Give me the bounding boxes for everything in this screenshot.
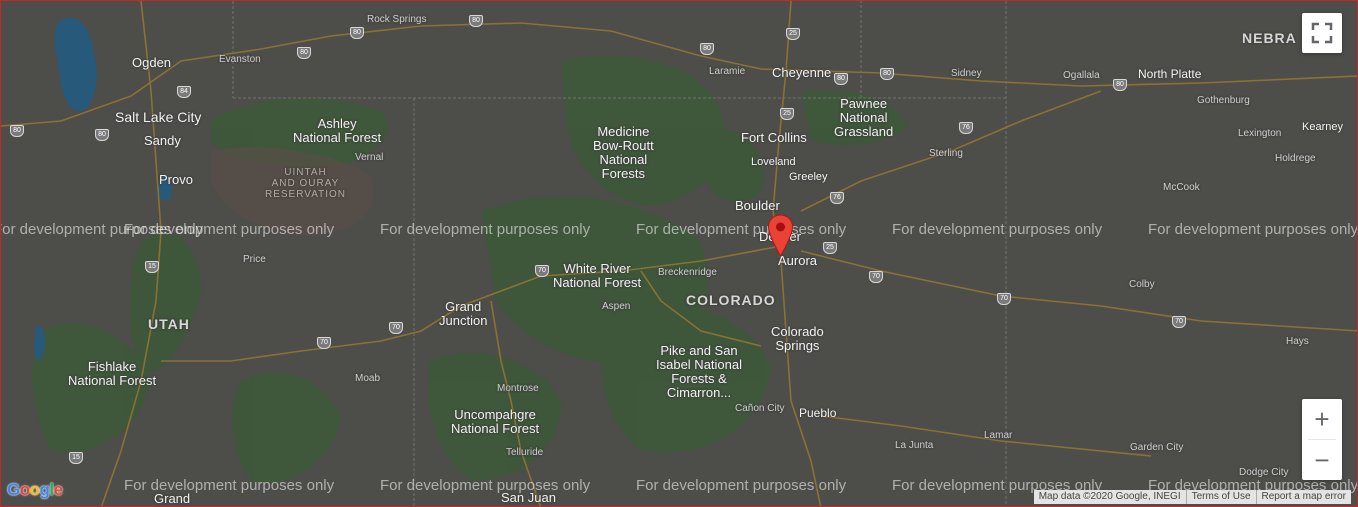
marker-dot (776, 222, 785, 232)
label-telluride: Telluride (506, 447, 544, 458)
highway-shield-i80: 80 (469, 15, 483, 27)
terms-of-use-link[interactable]: Terms of Use (1185, 490, 1256, 504)
watermark: For development purposes only (124, 477, 335, 494)
label-ashley-nf: Ashley National Forest (293, 116, 382, 145)
highway-shield-i84: 84 (177, 86, 191, 98)
logo-letter: G (7, 480, 20, 499)
report-map-error-link[interactable]: Report a map error (1255, 490, 1351, 504)
watermark: For development purposes only (124, 221, 335, 238)
label-provo: Provo (159, 172, 193, 187)
highway-shield-i76: 76 (830, 192, 844, 204)
watermark: For development purposes only (380, 477, 591, 494)
logo-letter: o (29, 480, 40, 499)
label-garden-city: Garden City (1130, 442, 1184, 453)
label-uintah-reservation: UINTAH AND OURAY RESERVATION (265, 167, 347, 200)
logo-letter: e (53, 480, 63, 499)
highway-shield-i25: 25 (780, 108, 794, 120)
highway-shield-i80: 80 (1113, 79, 1127, 91)
watermark: For development purposes only (380, 221, 591, 238)
highway-shield-i80: 80 (834, 73, 848, 85)
label-grand-junction: Grand Junction (439, 299, 488, 328)
label-ogallala: Ogallala (1063, 70, 1100, 81)
label-utah-state: UTAH (148, 316, 190, 332)
label-colorado-springs: Colorado Springs (771, 324, 824, 353)
highway-shield-i70: 70 (869, 271, 883, 283)
label-cheyenne: Cheyenne (772, 65, 832, 80)
highway-shield-i25: 25 (823, 242, 837, 254)
label-laramie: Laramie (709, 66, 746, 77)
highway-shield-i15: 15 (145, 261, 159, 273)
highway-shield-i80: 80 (95, 129, 109, 141)
label-nebraska: NEBRA (1242, 30, 1297, 46)
label-north-platte: North Platte (1138, 67, 1202, 81)
label-vernal: Vernal (355, 152, 384, 163)
map-container[interactable]: Rock Springs NEBRA Ogden Evanston Larami… (0, 0, 1358, 507)
highway-shield-i70: 70 (535, 265, 549, 277)
map-attribution: Map data ©2020 Google, INEGI Terms of Us… (1033, 490, 1351, 504)
highway-shield-i80: 80 (700, 43, 714, 55)
label-lamar: Lamar (984, 430, 1013, 441)
watermark: For development purposes only (892, 221, 1103, 238)
marker-pin (767, 214, 794, 257)
label-grand: Grand (154, 491, 191, 506)
highway-shield-i70: 70 (1172, 316, 1186, 328)
google-logo[interactable]: Google (7, 480, 63, 500)
label-kearney: Kearney (1302, 121, 1343, 133)
location-marker-icon[interactable] (767, 214, 794, 257)
label-price: Price (243, 254, 266, 265)
logo-letter: o (19, 480, 30, 499)
zoom-in-button[interactable]: + (1302, 399, 1342, 439)
label-colby: Colby (1129, 279, 1155, 290)
label-montrose: Montrose (497, 383, 539, 394)
label-gothenburg: Gothenburg (1197, 95, 1250, 106)
logo-letter: g (39, 480, 50, 499)
highway-shield-i80: 80 (880, 68, 894, 80)
label-mccook: McCook (1163, 182, 1200, 193)
label-fishlake-nf: Fishlake National Forest (68, 359, 157, 388)
fullscreen-icon (1311, 22, 1333, 44)
highway-shield-i25: 25 (786, 28, 800, 40)
label-lexington: Lexington (1238, 128, 1282, 139)
label-aspen: Aspen (602, 301, 631, 312)
label-pawnee: Pawnee National Grassland (834, 96, 894, 139)
highway-shield-i80: 80 (297, 47, 311, 59)
zoom-out-button[interactable]: − (1302, 440, 1342, 480)
label-canon-city: Cañon City (735, 403, 785, 414)
label-medicine-bow: Medicine Bow-Routt National Forests (593, 124, 654, 181)
label-ogden: Ogden (132, 55, 172, 70)
label-uncompahgre-nf: Uncompahgre National Forest (451, 407, 540, 436)
highway-shield-i80: 80 (350, 27, 364, 39)
highway-shield-i15: 15 (69, 452, 83, 464)
label-sidney: Sidney (951, 68, 982, 79)
highway-shield-i80: 80 (10, 125, 24, 137)
label-breckenridge: Breckenridge (658, 267, 717, 278)
label-sterling: Sterling (929, 148, 963, 159)
label-hays: Hays (1286, 336, 1309, 347)
highway-shield-i76: 76 (959, 122, 973, 134)
watermark: For development purposes only (1148, 221, 1358, 238)
highway-shield-i70: 70 (997, 293, 1011, 305)
highway-shield-i70: 70 (389, 322, 403, 334)
label-pueblo: Pueblo (799, 406, 837, 420)
zoom-control: + − (1302, 399, 1342, 480)
fullscreen-button[interactable] (1302, 13, 1342, 53)
label-boulder: Boulder (735, 198, 780, 213)
label-fort-collins: Fort Collins (741, 130, 807, 145)
label-moab: Moab (355, 373, 381, 384)
watermark: For development purposes only (636, 221, 847, 238)
label-sandy: Sandy (144, 133, 181, 148)
highway-shield-i70: 70 (317, 337, 331, 349)
label-evanston: Evanston (219, 54, 261, 65)
label-holdrege: Holdrege (1275, 153, 1316, 164)
label-pike-san-isabel: Pike and San Isabel National Forests & C… (656, 343, 742, 400)
label-salt-lake-city: Salt Lake City (115, 109, 202, 125)
label-loveland: Loveland (751, 156, 796, 168)
label-greeley: Greeley (789, 171, 828, 183)
label-white-river-nf: White River National Forest (553, 261, 642, 290)
label-colorado-state: COLORADO (686, 292, 776, 308)
label-rock-springs: Rock Springs (367, 14, 427, 25)
watermark: For development purposes only (636, 477, 847, 494)
label-la-junta: La Junta (895, 440, 934, 451)
map-data-attribution: Map data ©2020 Google, INEGI (1038, 491, 1181, 502)
